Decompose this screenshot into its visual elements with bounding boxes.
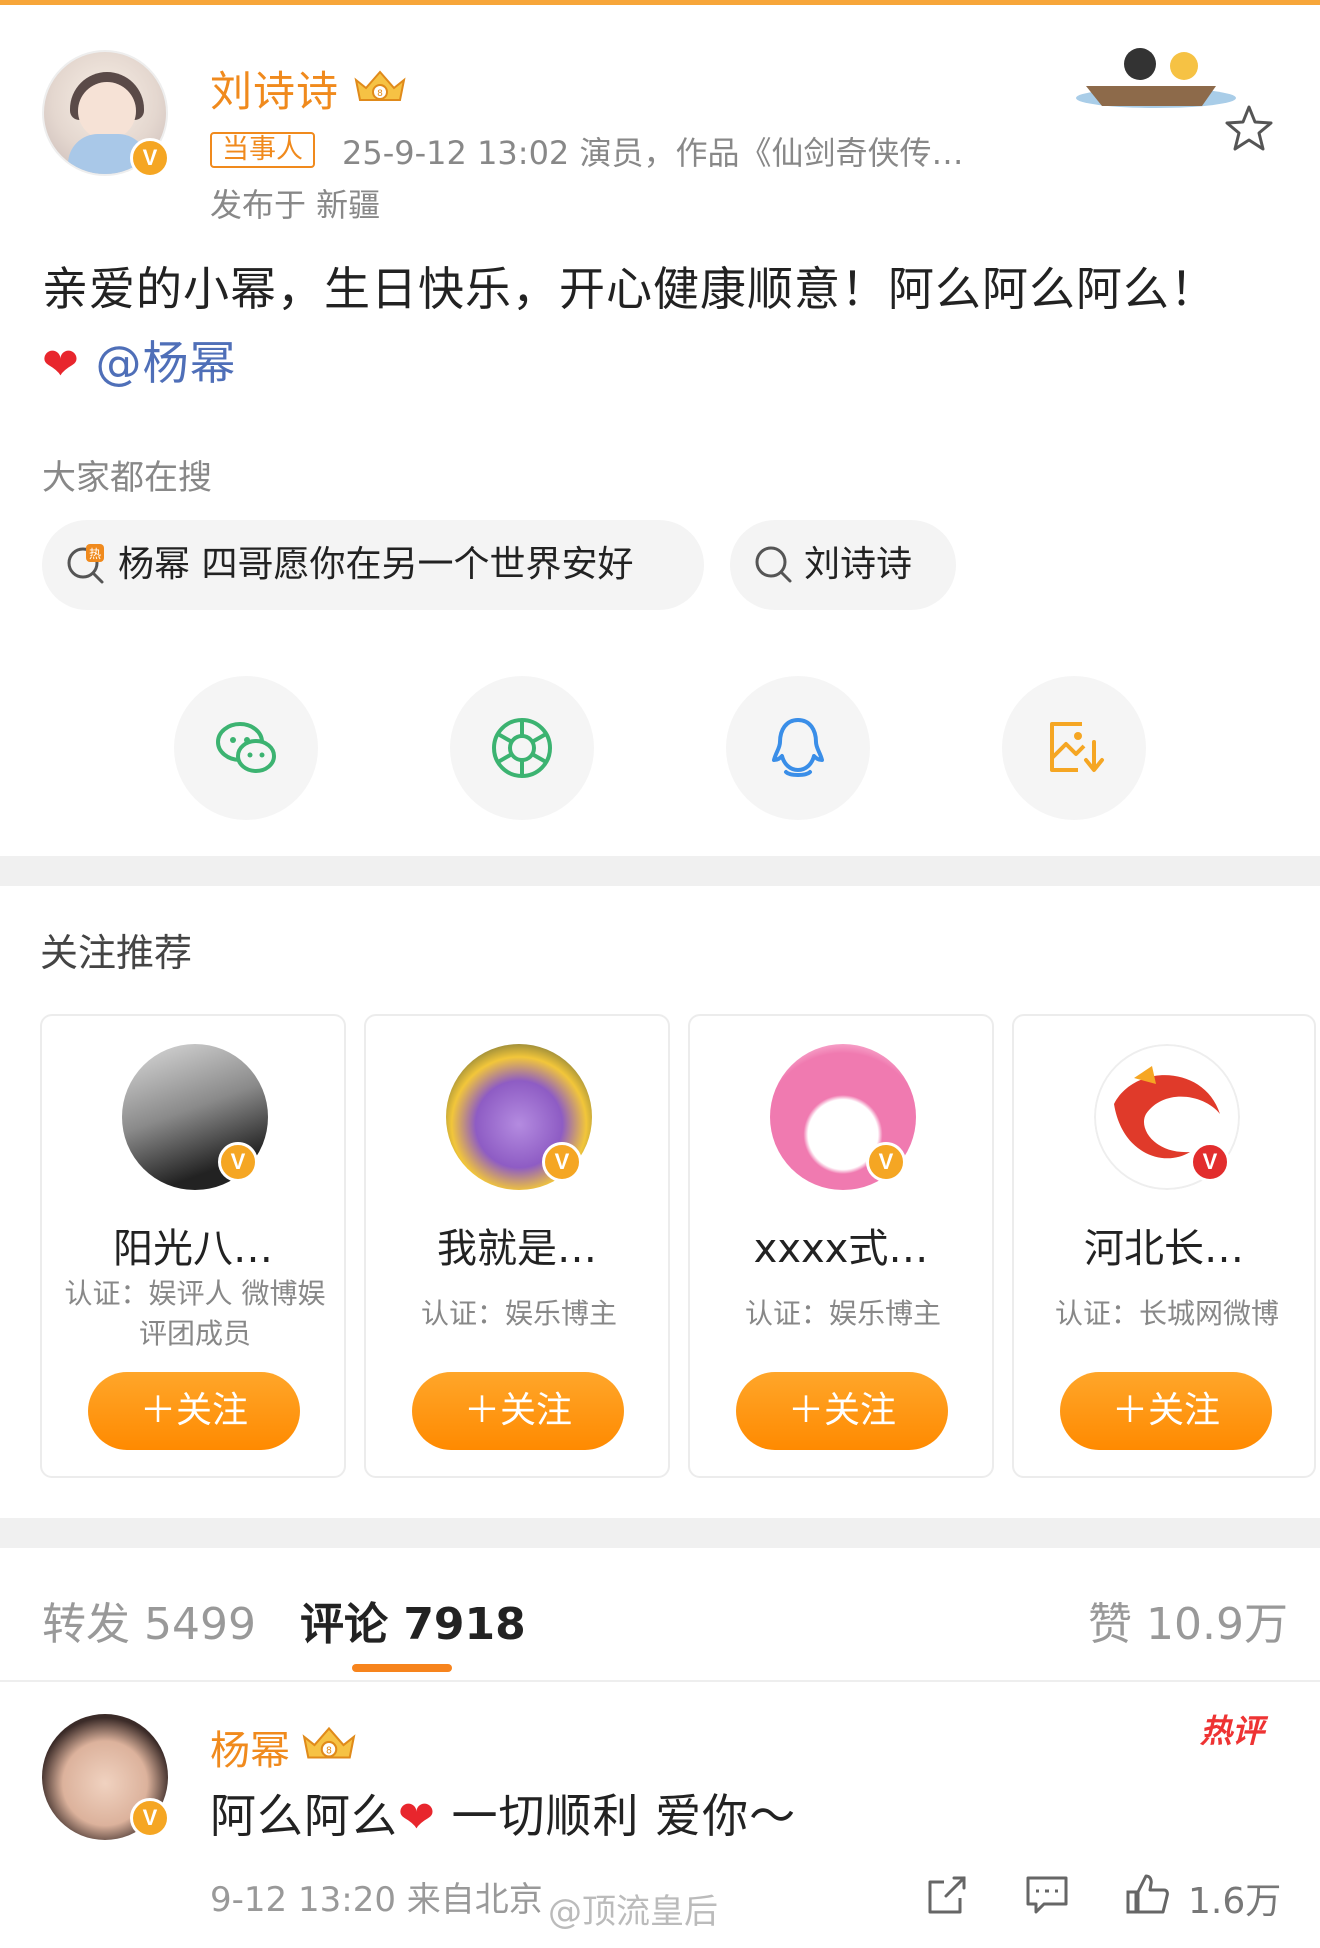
recommend-name[interactable]: 我就是… xyxy=(366,1216,668,1274)
tab-active-indicator xyxy=(352,1664,452,1672)
search-section-label: 大家都在搜 xyxy=(42,458,212,498)
tab-comment[interactable]: 评论 7918 xyxy=(300,1588,526,1652)
boat-illustration-icon xyxy=(1076,48,1236,108)
comment-like-count: 1.6万 xyxy=(1188,1881,1282,1922)
post-location: 发布于 新疆 xyxy=(210,186,381,224)
follow-button[interactable]: ＋关注 xyxy=(412,1372,624,1450)
party-tag: 当事人 xyxy=(210,132,315,168)
share-qq-button[interactable] xyxy=(726,676,870,820)
moments-icon xyxy=(492,718,552,778)
follow-button[interactable]: ＋关注 xyxy=(88,1372,300,1450)
top-strip xyxy=(0,0,1320,5)
share-icon[interactable] xyxy=(924,1872,970,1918)
qq-icon xyxy=(772,718,824,777)
recommend-card[interactable]: V 我就是… 认证：娱乐博主 ＋关注 xyxy=(364,1014,670,1478)
like-icon[interactable] xyxy=(1124,1872,1170,1918)
share-wechat-button[interactable] xyxy=(174,676,318,820)
verified-badge-icon: V xyxy=(130,138,170,178)
hot-search-chip[interactable]: 热 杨幂 四哥愿你在另一个世界安好 xyxy=(42,520,704,610)
comment-text-part: 一切顺利 爱你～ xyxy=(435,1789,797,1843)
comment-text: 阿么阿么❤ 一切顺利 爱你～ xyxy=(210,1780,796,1846)
section-divider xyxy=(0,1518,1320,1548)
section-divider xyxy=(0,856,1320,886)
wechat-icon xyxy=(216,722,276,773)
verified-badge-icon: V xyxy=(130,1798,170,1838)
crown-icon: 8 xyxy=(354,70,406,101)
comment-meta: 9-12 13:20 来自北京 xyxy=(210,1880,543,1920)
post-header: V 刘诗诗 8 当事人 25-9-12 13:02 演员，作品《仙剑奇侠传… 发… xyxy=(0,40,1320,230)
verified-badge-icon: V xyxy=(866,1142,906,1182)
svg-text:8: 8 xyxy=(326,1745,332,1756)
recommend-card[interactable]: V 阳光八… 认证：娱评人 微博娱评团成员 ＋关注 xyxy=(40,1014,346,1478)
recommend-cert: 认证：长城网微博 xyxy=(1054,1297,1279,1330)
search-icon xyxy=(755,546,792,583)
post-meta: 25-9-12 13:02 演员，作品《仙剑奇侠传… xyxy=(342,134,964,172)
svg-text:热: 热 xyxy=(89,547,101,561)
follow-button[interactable]: ＋关注 xyxy=(736,1372,948,1450)
comment-author[interactable]: 杨幂 xyxy=(210,1718,290,1776)
comment-text-part: 阿么阿么 xyxy=(210,1789,398,1843)
post-text: 亲爱的小幂，生日快乐，开心健康顺意！阿么阿么阿么！ ❤ @杨幂 xyxy=(42,252,1242,402)
crown-icon: 8 xyxy=(302,1726,356,1759)
save-image-icon xyxy=(1050,722,1104,772)
recommend-card[interactable]: V 河北长… 认证：长城网微博 ＋关注 xyxy=(1012,1014,1316,1478)
tab-like[interactable]: 赞 10.9万 xyxy=(1088,1588,1288,1652)
share-moments-button[interactable] xyxy=(450,676,594,820)
tab-divider xyxy=(0,1680,1320,1682)
hot-search-text: 杨幂 四哥愿你在另一个世界安好 xyxy=(118,544,634,585)
follow-button[interactable]: ＋关注 xyxy=(1060,1372,1272,1450)
comment-icon[interactable] xyxy=(1024,1872,1070,1918)
recommend-name[interactable]: 河北长… xyxy=(1014,1216,1314,1274)
recommend-card[interactable]: V xxxx式… 认证：娱乐博主 ＋关注 xyxy=(688,1014,994,1478)
post-text-main: 亲爱的小幂，生日快乐，开心健康顺意！阿么阿么阿么！ xyxy=(42,262,1217,316)
favorite-star-icon[interactable] xyxy=(1222,102,1276,156)
watermark: @顶流皇后 xyxy=(548,1892,718,1932)
mention-link[interactable]: @杨幂 xyxy=(96,336,237,390)
search-chip-text: 刘诗诗 xyxy=(804,544,913,585)
hot-search-icon: 热 xyxy=(67,544,104,584)
recommend-cert: 认证：娱乐博主 xyxy=(420,1297,617,1330)
svg-text:8: 8 xyxy=(377,89,383,99)
recommend-title: 关注推荐 xyxy=(40,931,193,975)
recommend-name[interactable]: xxxx式… xyxy=(690,1216,992,1274)
tab-repost[interactable]: 转发 5499 xyxy=(42,1588,256,1652)
verified-badge-icon: V xyxy=(1190,1142,1230,1182)
recommend-cert: 认证：娱乐博主 xyxy=(744,1297,941,1330)
save-image-button[interactable] xyxy=(1002,676,1146,820)
recommend-name[interactable]: 阳光八… xyxy=(42,1216,344,1274)
heart-icon: ❤ xyxy=(398,1792,436,1843)
heart-icon: ❤ xyxy=(42,339,80,390)
hot-comment-badge: 热评 xyxy=(1200,1712,1265,1750)
verified-badge-icon: V xyxy=(218,1142,258,1182)
author-name[interactable]: 刘诗诗 xyxy=(210,58,339,119)
recommend-cert: 认证：娱评人 微博娱评团成员 xyxy=(64,1277,326,1350)
search-chip[interactable]: 刘诗诗 xyxy=(730,520,956,610)
verified-badge-icon: V xyxy=(542,1142,582,1182)
